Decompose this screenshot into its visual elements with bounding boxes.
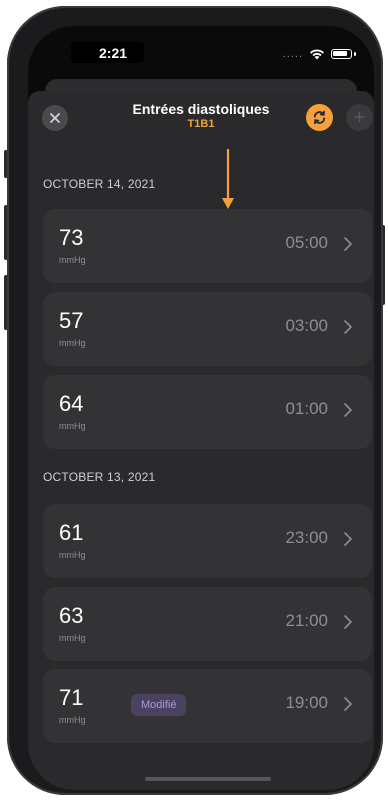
entry-value: 63 [59,603,84,628]
entry-unit: mmHg [59,255,86,265]
chevron-right-icon [344,403,352,417]
status-icons: ..... [283,48,356,60]
phone-frame: 2:21 ..... Entrées diastoliques T1B1 + O… [7,6,383,795]
entries-sheet: Entrées diastoliques T1B1 + OCTOBER 14, [28,91,374,790]
chevron-right-icon [344,615,352,629]
chevron-right-icon [344,320,352,334]
entry-time: 21:00 [285,611,328,630]
page-title: Entrées diastoliques [132,101,270,117]
entry-time: 03:00 [285,316,328,335]
chevron-right-icon [344,237,352,251]
entry-time: 01:00 [285,399,328,418]
entry-value: 57 [59,308,84,333]
status-time: 2:21 [71,42,144,63]
battery-tip [354,52,356,56]
wifi-icon [310,49,324,60]
entry-time: 23:00 [285,528,328,547]
entry-value: 71 [59,685,84,710]
entry-row[interactable]: 71 mmHg Modifié 19:00 [43,669,372,743]
section-header: OCTOBER 13, 2021 [43,470,156,484]
entry-row[interactable]: 57 mmHg 03:00 [43,292,372,366]
title-group: Entrées diastoliques T1B1 [88,101,314,131]
entry-row[interactable]: 61 mmHg 23:00 [43,504,372,578]
entry-row[interactable]: 64 mmHg 01:00 [43,375,372,449]
sheet-header: Entrées diastoliques T1B1 + [28,91,374,141]
status-bar: 2:21 ..... [28,26,374,70]
page-subtitle: T1B1 [187,118,215,130]
modified-badge: Modifié [131,694,187,716]
close-icon [50,113,60,123]
sync-button[interactable] [306,104,333,131]
signal-dots: ..... [282,48,303,60]
plus-icon: + [353,106,366,129]
entry-unit: mmHg [59,633,86,643]
entry-value: 61 [59,520,84,545]
entry-time: 19:00 [285,693,328,712]
entry-unit: mmHg [59,550,86,560]
battery-icon [331,49,352,59]
section-header: OCTOBER 14, 2021 [43,177,156,191]
sync-icon [313,110,326,125]
close-button[interactable] [42,105,68,131]
chevron-right-icon [344,697,352,711]
entry-time: 05:00 [285,233,328,252]
entry-row[interactable]: 73 mmHg 05:00 [43,209,372,283]
entry-unit: mmHg [59,715,86,725]
entry-row[interactable]: 63 mmHg 21:00 [43,587,372,661]
home-indicator [145,777,271,781]
entry-value: 64 [59,391,84,416]
down-arrow-icon [222,149,234,209]
add-button[interactable]: + [346,104,373,131]
chevron-right-icon [344,532,352,546]
screen: 2:21 ..... Entrées diastoliques T1B1 + O… [28,26,374,790]
entry-value: 73 [59,225,84,250]
entry-unit: mmHg [59,338,86,348]
entry-unit: mmHg [59,421,86,431]
